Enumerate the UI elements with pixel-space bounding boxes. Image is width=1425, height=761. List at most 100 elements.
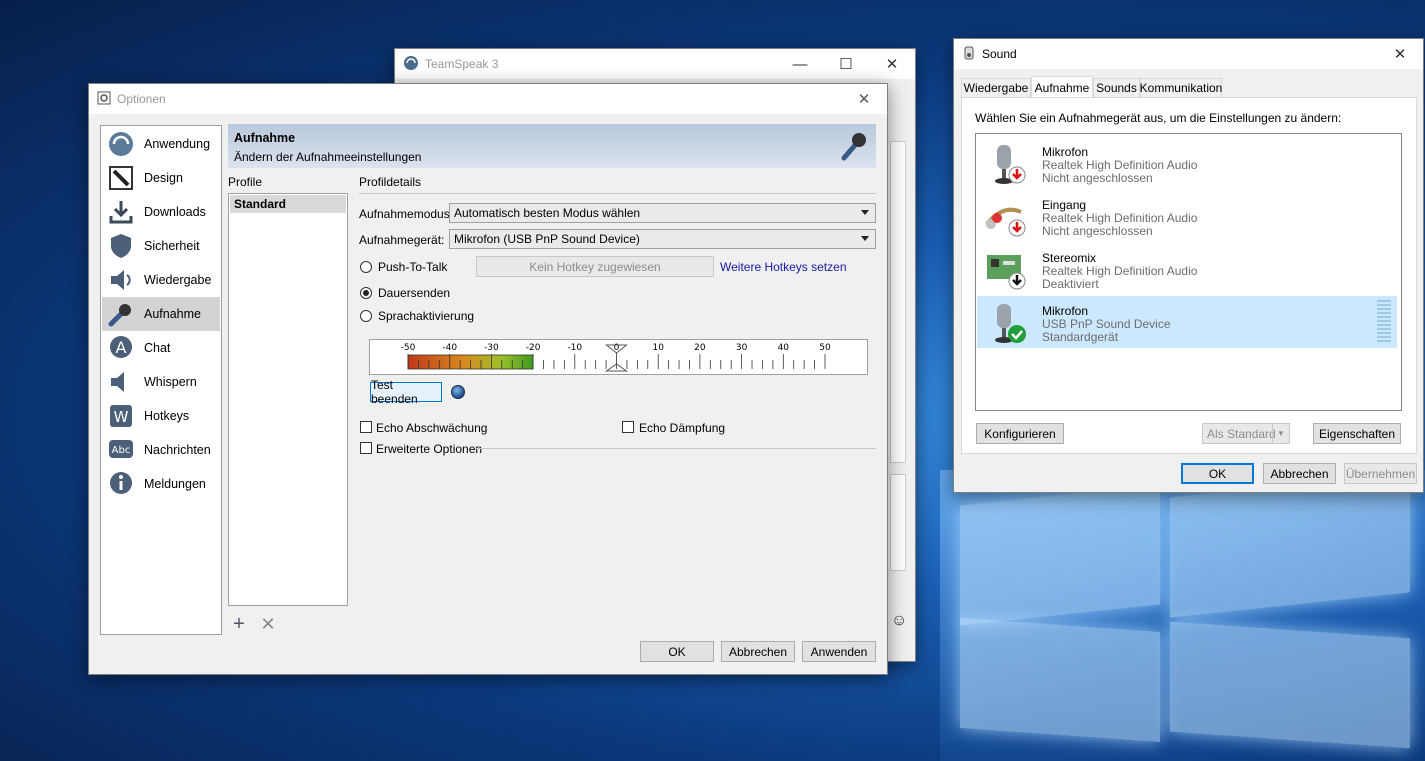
- device-item[interactable]: Stereomix Realtek High Definition Audio De…: [977, 243, 1397, 295]
- profile-label: Profile: [228, 175, 263, 189]
- level-meter-graphic: -50 -40 -30 -20 -10 0 10 20 30 40 50: [401, 343, 831, 372]
- nav-item-design[interactable]: Design: [102, 161, 220, 195]
- device-item[interactable]: Mikrofon USB PnP Sound Device Standardgerä…: [977, 296, 1397, 348]
- options-header: Aufnahme Ändern der Aufnahmeeinstellunge…: [228, 124, 876, 168]
- nav-item-wiedergabe[interactable]: Wiedergabe: [102, 263, 220, 297]
- nav-item-label: Sicherheit: [144, 239, 200, 253]
- emoji-icon[interactable]: ☺: [891, 612, 907, 630]
- nav-item-meldungen[interactable]: Meldungen: [102, 467, 220, 501]
- teamspeak-titlebar: TeamSpeak 3 — ☐ ✕: [395, 49, 915, 79]
- meter-tick-label: 30: [736, 343, 748, 353]
- nav-item-sicherheit[interactable]: Sicherheit: [102, 229, 220, 263]
- header-title: Aufnahme: [234, 131, 296, 145]
- nav-item-label: Wiedergabe: [144, 273, 212, 287]
- sound-close-button[interactable]: ✕: [1377, 39, 1423, 69]
- nav-item-nachrichten[interactable]: Abc Nachrichten: [102, 433, 220, 467]
- shield-icon: [106, 231, 136, 261]
- sound-ok-button[interactable]: OK: [1181, 463, 1254, 484]
- header-microphone-icon: [838, 130, 868, 165]
- options-close-button[interactable]: ✕: [841, 84, 887, 114]
- device-name: Eingang: [1042, 198, 1087, 212]
- device-select[interactable]: Mikrofon (USB PnP Sound Device): [449, 229, 876, 249]
- tab-aufnahme[interactable]: Aufnahme: [1031, 76, 1093, 98]
- nav-item-downloads[interactable]: Downloads: [102, 195, 220, 229]
- nav-item-whispern[interactable]: Whispern: [102, 365, 220, 399]
- nav-item-anwendung[interactable]: Anwendung: [102, 127, 220, 161]
- device-status: Nicht angeschlossen: [1042, 224, 1153, 238]
- hotkey-button[interactable]: Kein Hotkey zugewiesen: [476, 256, 714, 277]
- more-hotkeys-link[interactable]: Weitere Hotkeys setzen: [720, 260, 847, 274]
- advanced-checkbox[interactable]: [360, 442, 372, 454]
- meter-tick-label: -40: [442, 343, 457, 353]
- radio-push-to-talk[interactable]: [360, 261, 372, 273]
- options-ok-button[interactable]: OK: [640, 641, 714, 662]
- teamspeak-icon: [106, 129, 136, 159]
- teamspeak-chat-area: [890, 474, 906, 571]
- properties-button[interactable]: Eigenschaften: [1313, 423, 1401, 444]
- nav-item-label: Downloads: [144, 205, 206, 219]
- options-apply-button[interactable]: Anwenden: [802, 641, 876, 662]
- nav-item-label: Meldungen: [144, 477, 206, 491]
- tab-wiedergabe[interactable]: Wiedergabe: [961, 78, 1031, 97]
- teamspeak-title: TeamSpeak 3: [425, 57, 499, 71]
- tab-kommunikation[interactable]: Kommunikation: [1140, 78, 1222, 97]
- radio-voice-activation[interactable]: [360, 310, 372, 322]
- device-name: Mikrofon: [1042, 304, 1089, 318]
- close-button[interactable]: ✕: [869, 49, 915, 79]
- tab-sounds[interactable]: Sounds: [1093, 78, 1140, 97]
- status-indicator-icon: [451, 385, 465, 399]
- device-driver: Realtek High Definition Audio: [1042, 211, 1198, 225]
- radio-continuous[interactable]: [360, 287, 372, 299]
- add-profile-button[interactable]: +: [229, 613, 249, 635]
- options-cancel-button[interactable]: Abbrechen: [721, 641, 795, 662]
- options-window: Optionen ✕ Anwendung Design Downloads Siche…: [88, 83, 888, 675]
- nav-item-hotkeys[interactable]: W Hotkeys: [102, 399, 220, 433]
- details-label: Profildetails: [359, 175, 422, 189]
- echo-reduction-label: Echo Abschwächung: [376, 421, 488, 435]
- remove-profile-button[interactable]: ✕: [258, 614, 278, 634]
- device-item[interactable]: Eingang Realtek High Definition Audio Nich…: [977, 190, 1397, 242]
- maximize-button[interactable]: ☐: [823, 49, 869, 79]
- speaker-icon: [106, 265, 136, 295]
- meter-tick-label: -20: [526, 343, 541, 353]
- nav-item-label: Chat: [144, 341, 171, 355]
- meter-tick-label: -10: [567, 343, 582, 353]
- sound-apply-button[interactable]: Übernehmen: [1344, 463, 1417, 484]
- configure-button[interactable]: Konfigurieren: [976, 423, 1064, 444]
- sound-window-icon: [962, 46, 976, 63]
- echo-cancel-label: Echo Dämpfung: [639, 421, 726, 435]
- device-driver: Realtek High Definition Audio: [1042, 158, 1198, 172]
- set-default-button[interactable]: Als Standard ▼: [1202, 423, 1290, 444]
- nav-item-label: Nachrichten: [144, 443, 211, 457]
- advanced-label: Erweiterte Optionen: [376, 442, 483, 456]
- device-driver: USB PnP Sound Device: [1042, 317, 1171, 331]
- nav-item-label: Design: [144, 171, 183, 185]
- echo-cancel-checkbox[interactable]: [622, 421, 634, 433]
- minimize-button[interactable]: —: [777, 49, 823, 79]
- voice-activation-label: Sprachaktivierung: [378, 309, 475, 323]
- device-item[interactable]: Mikrofon Realtek High Definition Audio Nic…: [977, 137, 1397, 189]
- messages-icon: Abc: [106, 435, 136, 465]
- sound-cancel-button[interactable]: Abbrechen: [1263, 463, 1336, 484]
- red-arrow-down-icon: [983, 141, 1029, 190]
- profile-list: Standard: [228, 193, 348, 606]
- svg-text:W: W: [114, 408, 129, 426]
- advanced-divider: [475, 448, 876, 449]
- meter-tick-label: -50: [401, 343, 416, 353]
- profile-item-standard[interactable]: Standard: [230, 195, 346, 213]
- nav-item-label: Whispern: [144, 375, 197, 389]
- device-list: Mikrofon Realtek High Definition Audio Nic…: [975, 133, 1402, 411]
- meter-tick-label: 50: [819, 343, 831, 353]
- continuous-label: Dauersenden: [378, 286, 451, 300]
- header-subtitle: Ändern der Aufnahmeeinstellungen: [234, 150, 422, 164]
- options-title: Optionen: [117, 92, 166, 106]
- device-status: Deaktiviert: [1042, 277, 1099, 291]
- nav-item-chat[interactable]: A Chat: [102, 331, 220, 365]
- test-button[interactable]: Test beenden: [370, 378, 442, 406]
- green-check-icon: [983, 300, 1029, 349]
- echo-reduction-checkbox[interactable]: [360, 421, 372, 433]
- mode-select[interactable]: Automatisch besten Modus wählen: [449, 203, 876, 223]
- level-meter[interactable]: -50 -40 -30 -20 -10 0 10 20 30 40 50: [369, 339, 868, 375]
- teamspeak-logo-icon: [403, 55, 419, 74]
- nav-item-aufnahme[interactable]: Aufnahme: [102, 297, 220, 331]
